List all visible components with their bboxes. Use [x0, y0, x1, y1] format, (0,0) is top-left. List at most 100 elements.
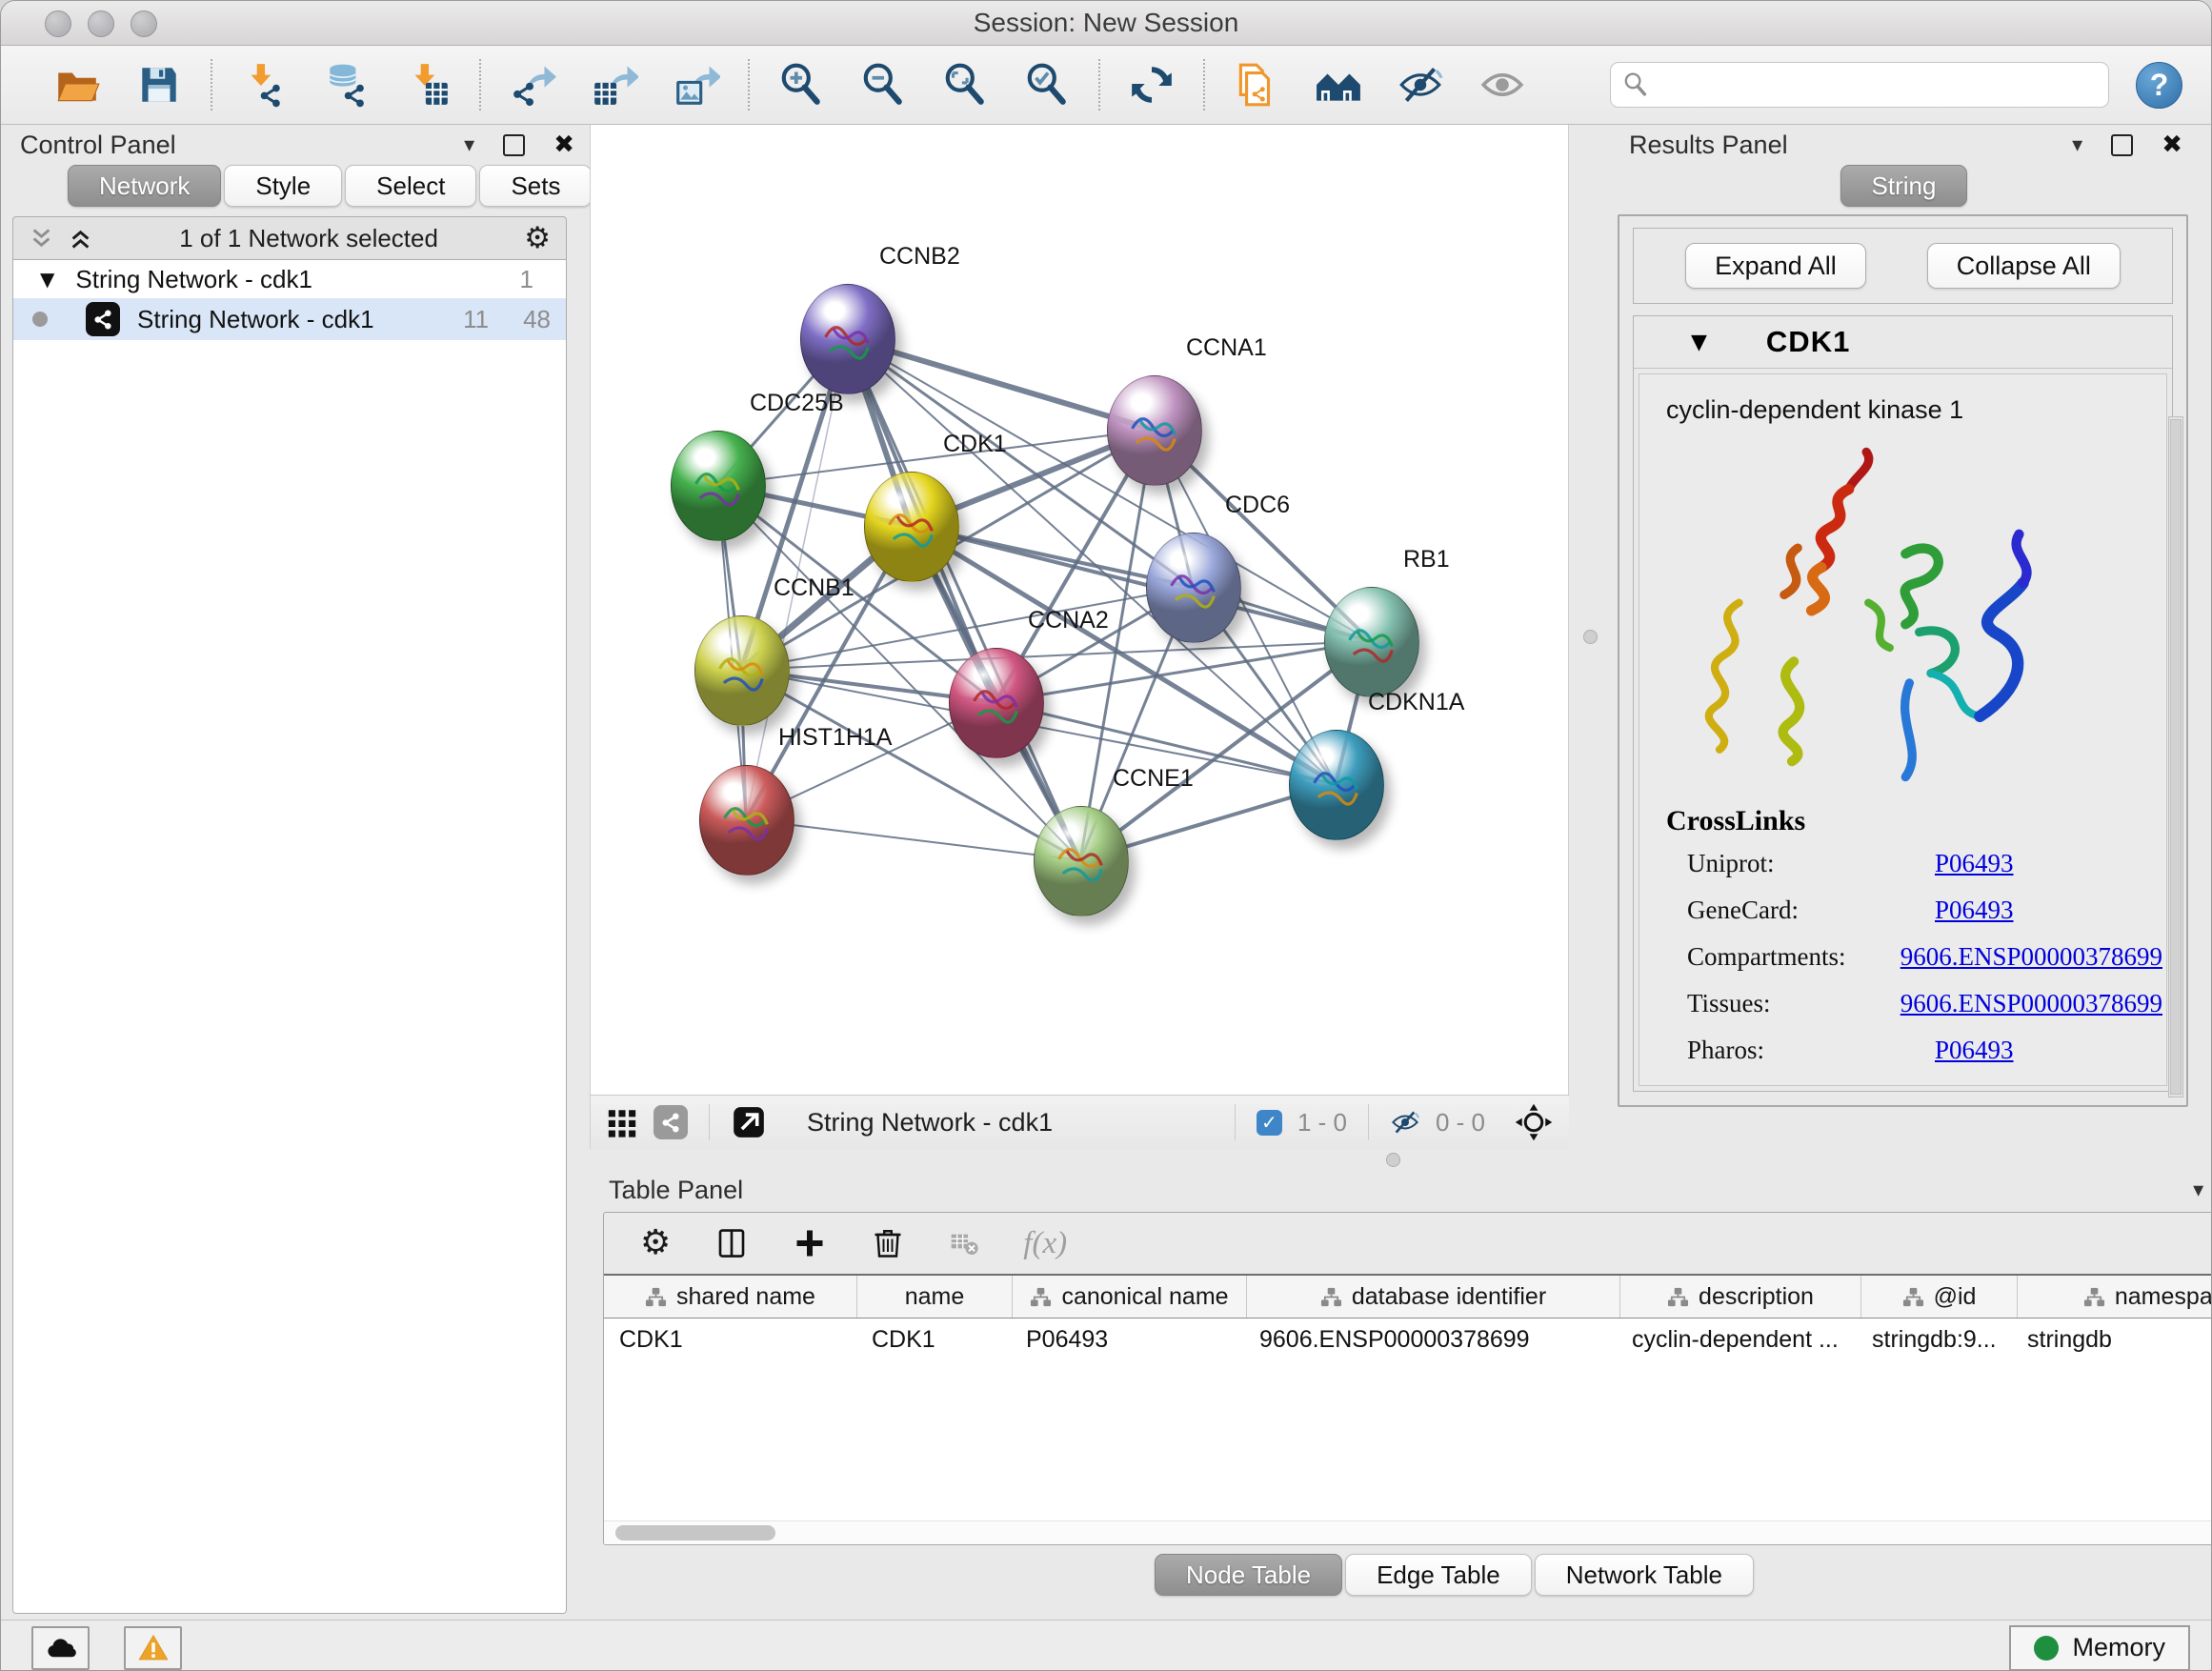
- node-CCNB2[interactable]: [800, 284, 895, 394]
- results-panel-collapse-icon[interactable]: ▾: [2072, 133, 2082, 157]
- edge-HIST1H1A-CCNE1[interactable]: [746, 819, 1080, 860]
- close-window-button[interactable]: [45, 10, 71, 37]
- column-header-canonical-name[interactable]: canonical name: [1013, 1276, 1247, 1318]
- crosslink-pharos-link[interactable]: P06493: [1935, 1036, 2014, 1065]
- table-cell: cyclin-dependent ...: [1617, 1326, 1857, 1354]
- import-table-button[interactable]: [401, 58, 454, 111]
- column-header-shared-name[interactable]: shared name: [604, 1276, 857, 1318]
- collection-expand-icon[interactable]: ▼: [40, 268, 54, 291]
- warnings-button[interactable]: [124, 1626, 182, 1670]
- table-settings-gear-icon[interactable]: ⚙: [640, 1226, 671, 1260]
- right-splitter-handle[interactable]: [1583, 630, 1598, 644]
- tab-select[interactable]: Select: [345, 165, 476, 207]
- node-CDC6[interactable]: [1146, 533, 1241, 643]
- zoom-out-button[interactable]: [856, 58, 910, 111]
- hidden-eye-icon[interactable]: [1390, 1107, 1420, 1137]
- collapse-all-button[interactable]: Collapse All: [1927, 243, 2121, 289]
- results-panel-float-icon[interactable]: [2111, 134, 2133, 156]
- tab-node-table[interactable]: Node Table: [1155, 1554, 1342, 1596]
- show-columns-icon[interactable]: [714, 1226, 749, 1260]
- zoom-in-button[interactable]: [774, 58, 828, 111]
- crosshair-icon[interactable]: [1514, 1102, 1554, 1142]
- expand-all-button[interactable]: Expand All: [1685, 243, 1866, 289]
- cloud-status-button[interactable]: [31, 1626, 90, 1670]
- tab-network[interactable]: Network: [68, 165, 221, 207]
- node-CDKN1A[interactable]: [1289, 730, 1384, 840]
- open-session-button[interactable]: [50, 58, 104, 111]
- tab-sets[interactable]: Sets: [479, 165, 592, 207]
- hide-selected-button[interactable]: [1394, 58, 1447, 111]
- expand-all-networks-icon[interactable]: [68, 226, 93, 252]
- network-collection-row[interactable]: ▼ String Network - cdk1 1: [13, 260, 566, 298]
- node-HIST1H1A[interactable]: [699, 765, 794, 876]
- save-session-button[interactable]: [132, 58, 186, 111]
- memory-button[interactable]: Memory: [2009, 1625, 2190, 1671]
- selected-checkbox-icon[interactable]: ✓: [1257, 1110, 1282, 1136]
- control-panel-close-icon[interactable]: ✖: [553, 131, 574, 159]
- minimize-window-button[interactable]: [88, 10, 114, 37]
- horizontal-splitter-handle[interactable]: [1386, 1153, 1400, 1167]
- node-result-header[interactable]: ▼ CDK1: [1634, 316, 2172, 369]
- collapse-all-networks-icon[interactable]: [29, 226, 54, 252]
- tab-network-table[interactable]: Network Table: [1535, 1554, 1754, 1596]
- results-panel-close-icon[interactable]: ✖: [2162, 131, 2182, 159]
- column-header-database-identifier[interactable]: database identifier: [1247, 1276, 1620, 1318]
- crosslink-compartments-link[interactable]: 9606.ENSP00000378699: [1900, 942, 2162, 972]
- search-input[interactable]: [1659, 70, 2097, 100]
- export-image-button[interactable]: [670, 58, 723, 111]
- column-header-name[interactable]: name: [857, 1276, 1013, 1318]
- export-table-button[interactable]: [588, 58, 641, 111]
- add-column-icon[interactable]: [793, 1226, 827, 1260]
- import-network-button[interactable]: [237, 58, 291, 111]
- results-scrollbar[interactable]: [2168, 416, 2183, 1097]
- crosslink-genecard-link[interactable]: P06493: [1935, 896, 2014, 925]
- entry-expand-icon[interactable]: ▼: [1691, 331, 1707, 354]
- zoom-selected-button[interactable]: [1020, 58, 1074, 111]
- import-network-icon: [240, 61, 288, 109]
- node-CDK1[interactable]: [864, 472, 959, 582]
- network-row-selected[interactable]: String Network - cdk1 11 48: [13, 298, 566, 340]
- show-all-button[interactable]: [1476, 58, 1529, 111]
- right-splitter[interactable]: [1569, 125, 1610, 1149]
- export-table-icon: [591, 61, 638, 109]
- node-RB1[interactable]: [1324, 587, 1419, 697]
- crosslink-uniprot-link[interactable]: P06493: [1935, 849, 2014, 878]
- horizontal-splitter[interactable]: [590, 1149, 2212, 1170]
- tab-style[interactable]: Style: [224, 165, 342, 207]
- network-share-icon[interactable]: [654, 1105, 688, 1139]
- node-CCNE1[interactable]: [1034, 806, 1129, 916]
- search-box[interactable]: [1610, 62, 2109, 108]
- network-status-dot: [32, 312, 48, 327]
- network-canvas[interactable]: CCNB2CCNA1CDC25BCDK1CDC6RB1CCNB1CCNA2CDK…: [590, 125, 1569, 1095]
- table-panel-collapse-icon[interactable]: ▾: [2193, 1178, 2203, 1202]
- zoom-window-button[interactable]: [131, 10, 157, 37]
- tab-edge-table[interactable]: Edge Table: [1345, 1554, 1532, 1596]
- table-horizontal-scrollbar[interactable]: [604, 1520, 2212, 1544]
- delete-column-icon[interactable]: [871, 1226, 905, 1260]
- first-neighbors-button[interactable]: [1312, 58, 1365, 111]
- node-CCNA2[interactable]: [949, 648, 1044, 758]
- refresh-button[interactable]: [1125, 58, 1178, 111]
- copy-network-button[interactable]: [1230, 58, 1283, 111]
- column-header-description[interactable]: description: [1620, 1276, 1861, 1318]
- column-header-@id[interactable]: @id: [1861, 1276, 2018, 1318]
- node-CCNA1[interactable]: [1107, 375, 1202, 486]
- edge-CDK1-RB1[interactable]: [911, 526, 1371, 641]
- grid-view-icon[interactable]: [606, 1106, 638, 1138]
- control-panel-collapse-icon[interactable]: ▾: [464, 133, 474, 157]
- export-network-button[interactable]: [506, 58, 559, 111]
- edge-CCNB2-CCNE1[interactable]: [847, 338, 1080, 860]
- help-button[interactable]: ?: [2136, 62, 2182, 109]
- zoom-in-icon: [777, 61, 825, 109]
- crosslink-tissues-link[interactable]: 9606.ENSP00000378699: [1900, 989, 2162, 1018]
- birdseye-view-icon[interactable]: [731, 1104, 767, 1140]
- column-header-namespace[interactable]: namespace: [2018, 1276, 2212, 1318]
- network-options-gear-icon[interactable]: ⚙: [524, 224, 551, 253]
- node-CDC25B[interactable]: [671, 431, 766, 541]
- node-CCNB1[interactable]: [694, 615, 790, 726]
- tab-string[interactable]: String: [1840, 165, 1968, 207]
- control-panel-float-icon[interactable]: [503, 134, 525, 156]
- table-row[interactable]: CDK1CDK1P064939606.ENSP00000378699cyclin…: [604, 1319, 2212, 1360]
- zoom-fit-button[interactable]: [938, 58, 992, 111]
- import-database-button[interactable]: [319, 58, 372, 111]
